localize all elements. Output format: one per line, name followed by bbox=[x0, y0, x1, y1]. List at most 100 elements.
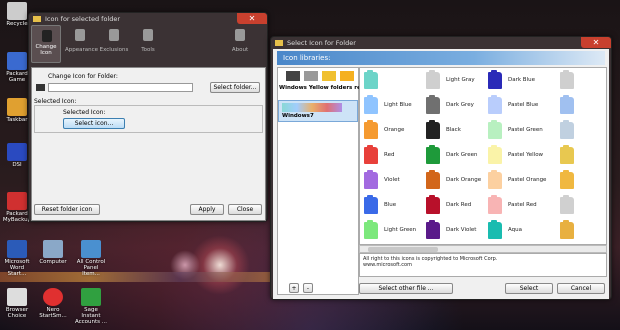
library-item-windows7[interactable]: Windows7 bbox=[278, 100, 358, 122]
folder-color-label: Dark Violet bbox=[446, 227, 477, 233]
folder-icon-option[interactable]: Dark Red bbox=[424, 195, 486, 217]
exclusions-icon bbox=[109, 29, 119, 41]
dsi-icon bbox=[7, 143, 27, 161]
desktop-icon-browser-choice[interactable]: Browser Choice bbox=[0, 288, 34, 319]
windows7-preview-icon bbox=[282, 103, 342, 112]
folder-color-label: Pastel Red bbox=[508, 202, 537, 208]
folder-color-label: Light Green bbox=[384, 227, 417, 233]
folder-icon-option[interactable]: Dark Violet bbox=[424, 220, 486, 242]
folder-icon-option[interactable]: Blue bbox=[362, 195, 424, 217]
folder-icon bbox=[560, 145, 574, 164]
tab-appearance[interactable]: Appearance bbox=[65, 25, 98, 63]
folder-color-label: Pastel Orange bbox=[508, 177, 547, 183]
folder-icon bbox=[426, 195, 440, 214]
folder-path-input[interactable] bbox=[48, 83, 193, 92]
desktop-icon-word[interactable]: Microsoft Word Start... bbox=[0, 240, 34, 277]
add-library-button[interactable]: + bbox=[289, 283, 299, 293]
tab-exclusions[interactable]: Exclusions bbox=[99, 25, 129, 63]
control-panel-icon bbox=[81, 240, 101, 258]
horizontal-scrollbar[interactable] bbox=[359, 245, 607, 253]
folder-icon-option[interactable]: Aqua bbox=[486, 220, 548, 242]
folder-icon-option[interactable]: Violet bbox=[362, 170, 424, 192]
folder-icon-option[interactable]: Dark Grey bbox=[424, 95, 486, 117]
folder-color-label: Black bbox=[446, 127, 461, 133]
folder-icon-option[interactable]: Dark Green bbox=[424, 145, 486, 167]
scrollbar-thumb[interactable] bbox=[368, 247, 438, 252]
folder-icon bbox=[364, 195, 378, 214]
folder-color-label: Light Gray bbox=[446, 77, 475, 83]
select-folder-button[interactable]: Select folder... bbox=[210, 82, 260, 93]
sage-icon bbox=[81, 288, 101, 306]
folder-icon-option[interactable]: Dark Orange bbox=[424, 170, 486, 192]
icon-grid[interactable]: Light Gray Dark Blue Light Blue Dark Grey Pa… bbox=[359, 67, 607, 245]
word-icon bbox=[7, 240, 27, 258]
folder-color-label: Dark Grey bbox=[446, 102, 474, 108]
folder-icon-option[interactable] bbox=[362, 70, 424, 92]
folder-icon-option[interactable] bbox=[558, 95, 620, 117]
desktop-icon-nero[interactable]: Nero StartSm... bbox=[36, 288, 70, 319]
tab-tools[interactable]: Tools bbox=[133, 25, 163, 63]
selected-icon-group: Selected Icon: Select icon... bbox=[34, 105, 263, 133]
folder-icon-option[interactable]: Pastel Red bbox=[486, 195, 548, 217]
appearance-icon bbox=[75, 29, 85, 41]
window1-content: Change Icon for Folder: Select folder...… bbox=[31, 67, 266, 221]
folder-icon-option[interactable] bbox=[558, 170, 620, 192]
reset-folder-icon-button[interactable]: Reset folder icon bbox=[34, 204, 100, 215]
folder-color-label: Red bbox=[384, 152, 395, 158]
folder-icon bbox=[560, 195, 574, 214]
folder-icon bbox=[560, 170, 574, 189]
folder-icon bbox=[426, 170, 440, 189]
folder-icon-option[interactable]: Light Green bbox=[362, 220, 424, 242]
tab-about[interactable]: About bbox=[225, 25, 255, 63]
icon-libraries-list[interactable]: Windows Yellow folders reborn Windows7 bbox=[277, 67, 375, 295]
desktop-icon-computer[interactable]: Computer bbox=[36, 240, 70, 265]
cancel-button[interactable]: Cancel bbox=[557, 283, 605, 294]
folder-icon bbox=[426, 95, 440, 114]
window1-close-button[interactable]: ✕ bbox=[237, 13, 267, 24]
apply-button[interactable]: Apply bbox=[190, 204, 224, 215]
folder-icon-option[interactable]: Pastel Yellow bbox=[486, 145, 548, 167]
folder-icon bbox=[488, 195, 502, 214]
folder-icon-option[interactable]: Light Blue bbox=[362, 95, 424, 117]
window1-toolbar: Change Icon Appearance Exclusions Tools … bbox=[29, 25, 267, 65]
folder-icon-option[interactable]: Pastel Orange bbox=[486, 170, 548, 192]
window2-close-button[interactable]: ✕ bbox=[581, 37, 611, 48]
folder-color-label: Orange bbox=[384, 127, 405, 133]
library-item-yellow[interactable]: Windows Yellow folders reborn bbox=[278, 68, 375, 98]
folder-icon bbox=[488, 145, 502, 164]
folder-icon-option[interactable] bbox=[558, 70, 620, 92]
folder-icon-option[interactable] bbox=[558, 145, 620, 167]
select-button[interactable]: Select bbox=[505, 283, 553, 294]
folder-icon-option[interactable]: Dark Blue bbox=[486, 70, 548, 92]
select-other-file-button[interactable]: Select other file ... bbox=[359, 283, 453, 294]
desktop-icon-control-panel[interactable]: All Control Panel Item... bbox=[74, 240, 108, 277]
copyright-notice: All right to this icons is copyrighted t… bbox=[359, 253, 607, 277]
folder-icon-window: Icon for selected folder ✕ Change Icon A… bbox=[28, 12, 268, 222]
window2-titlebar: Select Icon for Folder ✕ bbox=[271, 37, 611, 49]
folder-icon bbox=[364, 95, 378, 114]
tab-change-icon[interactable]: Change Icon bbox=[31, 25, 61, 63]
folder-color-label: Dark Red bbox=[446, 202, 472, 208]
folder-icon-option[interactable]: Black bbox=[424, 120, 486, 142]
folder-color-label: Blue bbox=[384, 202, 397, 208]
folder-icon-option[interactable]: Red bbox=[362, 145, 424, 167]
remove-library-button[interactable]: - bbox=[303, 283, 313, 293]
folder-icon-option[interactable]: Pastel Blue bbox=[486, 95, 548, 117]
select-icon-button[interactable]: Select icon... bbox=[63, 118, 125, 129]
selected-icon-label: Selected Icon: bbox=[63, 109, 106, 116]
folder-icon bbox=[322, 71, 336, 81]
folder-icon bbox=[364, 170, 378, 189]
folder-icon bbox=[426, 220, 440, 239]
folder-icon-option[interactable]: Pastel Green bbox=[486, 120, 548, 142]
folder-icon bbox=[560, 220, 574, 239]
drive-icon bbox=[304, 71, 318, 81]
folder-icon-option[interactable] bbox=[558, 195, 620, 217]
folder-icon-option[interactable]: Orange bbox=[362, 120, 424, 142]
folder-icon bbox=[340, 71, 354, 81]
folder-icon-option[interactable] bbox=[558, 120, 620, 142]
folder-icon-option[interactable] bbox=[558, 220, 620, 242]
folder-icon-option[interactable]: Light Gray bbox=[424, 70, 486, 92]
folder-color-label: Pastel Blue bbox=[508, 102, 539, 108]
close-button[interactable]: Close bbox=[228, 204, 262, 215]
desktop-icon-sage[interactable]: Sage Instant Accounts ... bbox=[74, 288, 108, 325]
